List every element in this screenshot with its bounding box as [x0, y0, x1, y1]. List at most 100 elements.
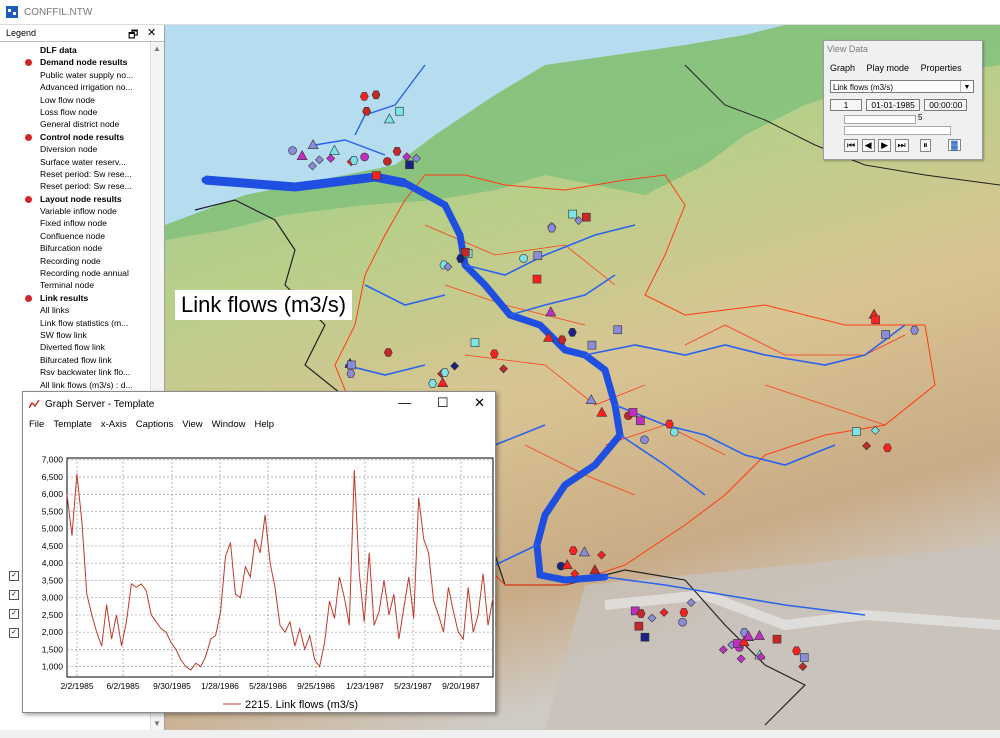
time-field[interactable]: 00:00:00: [924, 99, 968, 111]
network-node-icon[interactable]: [582, 212, 591, 222]
network-node-icon[interactable]: [640, 435, 649, 445]
network-node-icon[interactable]: [362, 106, 371, 116]
network-node-icon[interactable]: [383, 348, 393, 357]
legend-options-icon[interactable]: 🗗: [128, 26, 138, 45]
layer-checkbox[interactable]: ✓: [9, 571, 19, 581]
network-node-icon[interactable]: [568, 328, 577, 337]
legend-item[interactable]: Recording node annual: [0, 267, 150, 279]
legend-item[interactable]: Control node results: [0, 131, 150, 143]
menu-graph[interactable]: Graph: [830, 63, 855, 73]
network-node-icon[interactable]: [568, 209, 577, 219]
network-node-icon[interactable]: [490, 349, 499, 359]
layer-checkbox[interactable]: ✓: [9, 609, 19, 619]
menu-play-mode[interactable]: Play mode: [867, 63, 910, 73]
network-node-icon[interactable]: [678, 617, 687, 627]
chart-icon[interactable]: ▓: [948, 139, 961, 151]
network-node-icon[interactable]: [636, 416, 645, 426]
legend-item[interactable]: Demand node results: [0, 56, 150, 68]
menu-properties[interactable]: Properties: [921, 63, 962, 73]
legend-item[interactable]: All links: [0, 304, 150, 316]
legend-item[interactable]: Advanced irrigation no...: [0, 81, 150, 93]
legend-item[interactable]: Link flow statistics (m...: [0, 317, 150, 329]
legend-item[interactable]: Layout node results: [0, 193, 150, 205]
network-node-icon[interactable]: [519, 254, 528, 263]
network-node-icon[interactable]: [532, 274, 542, 284]
scroll-down-icon[interactable]: ▼: [153, 719, 161, 728]
legend-item[interactable]: Terminal node: [0, 279, 150, 291]
legend-item[interactable]: Confluence node: [0, 230, 150, 242]
network-node-icon[interactable]: [792, 646, 801, 656]
graph-menu-item[interactable]: View: [182, 419, 202, 430]
graph-menu-item[interactable]: Captions: [136, 419, 174, 430]
network-node-icon[interactable]: [428, 379, 437, 388]
network-node-icon[interactable]: [405, 160, 414, 170]
network-node-icon[interactable]: [533, 251, 543, 260]
graph-menu-item[interactable]: Template: [53, 419, 92, 430]
legend-item[interactable]: DLF data: [0, 44, 150, 56]
network-node-icon[interactable]: [360, 152, 369, 162]
legend-item[interactable]: Low flow node: [0, 94, 150, 106]
network-node-icon[interactable]: [392, 147, 402, 156]
speed-slider[interactable]: [844, 126, 951, 135]
close-icon[interactable]: ✕: [147, 26, 156, 39]
prev-icon[interactable]: ◀: [861, 139, 875, 152]
network-node-icon[interactable]: [587, 340, 597, 350]
graph-menu-item[interactable]: Help: [254, 419, 274, 430]
legend-item[interactable]: Fixed inflow node: [0, 217, 150, 229]
network-node-icon[interactable]: [346, 369, 356, 378]
legend-item[interactable]: Public water supply no...: [0, 69, 150, 81]
network-node-icon[interactable]: [851, 427, 861, 437]
network-node-icon[interactable]: [636, 609, 646, 618]
network-node-icon[interactable]: [372, 171, 381, 180]
minimize-icon[interactable]: —: [398, 395, 411, 410]
legend-item[interactable]: Diverted flow link: [0, 341, 150, 353]
network-node-icon[interactable]: [881, 330, 890, 339]
chevron-down-icon[interactable]: ▼: [960, 81, 973, 92]
legend-item[interactable]: Bifurcation node: [0, 242, 150, 254]
network-node-icon[interactable]: [349, 156, 359, 165]
next-icon[interactable]: ▶: [878, 139, 891, 152]
network-node-icon[interactable]: [395, 106, 404, 116]
network-node-icon[interactable]: [359, 92, 369, 101]
legend-item[interactable]: Variable inflow node: [0, 205, 150, 217]
time-slider[interactable]: [844, 115, 916, 124]
date-field[interactable]: 01-01-1985: [866, 99, 920, 111]
close-icon[interactable]: ✕: [474, 395, 485, 410]
network-node-icon[interactable]: [347, 360, 356, 370]
network-node-icon[interactable]: [634, 621, 644, 631]
layer-select[interactable]: Link flows (m3/s) ▼: [830, 80, 974, 93]
legend-item[interactable]: Recording node: [0, 255, 150, 267]
step-field[interactable]: 1: [830, 99, 862, 111]
network-node-icon[interactable]: [665, 419, 674, 429]
network-node-icon[interactable]: [628, 408, 638, 417]
network-node-icon[interactable]: [669, 427, 679, 437]
pause-icon[interactable]: ⏸: [920, 139, 931, 152]
last-icon[interactable]: ⏭: [894, 139, 909, 152]
legend-item[interactable]: Bifurcated flow link: [0, 354, 150, 366]
network-node-icon[interactable]: [883, 443, 892, 453]
network-node-icon[interactable]: [679, 608, 689, 617]
network-node-icon[interactable]: [910, 325, 919, 335]
network-node-icon[interactable]: [613, 325, 623, 335]
network-node-icon[interactable]: [288, 146, 297, 155]
flow-chart[interactable]: 1,000 1,500 2,000 2,500 3,000 3,500 4,000 4,500…: [23, 444, 495, 712]
legend-item[interactable]: Diversion node: [0, 143, 150, 155]
network-node-icon[interactable]: [371, 90, 381, 100]
legend-item[interactable]: Reset period: Sw rese...: [0, 180, 150, 192]
layer-checkbox[interactable]: ✓: [9, 590, 19, 600]
network-node-icon[interactable]: [440, 368, 450, 377]
legend-item[interactable]: Reset period: Sw rese...: [0, 168, 150, 180]
network-node-icon[interactable]: [640, 632, 650, 642]
network-node-icon[interactable]: [456, 254, 465, 263]
network-node-icon[interactable]: [557, 335, 567, 345]
scroll-up-icon[interactable]: ▲: [153, 44, 161, 53]
network-node-icon[interactable]: [568, 546, 578, 556]
graph-menu-item[interactable]: Window: [212, 419, 246, 430]
network-node-icon[interactable]: [383, 157, 392, 166]
maximize-icon[interactable]: ☐: [437, 395, 449, 410]
legend-item[interactable]: Rsv backwater link flo...: [0, 366, 150, 378]
network-node-icon[interactable]: [799, 653, 809, 662]
graph-menu-item[interactable]: x-Axis: [101, 419, 127, 430]
first-icon[interactable]: ⏮: [844, 139, 859, 152]
legend-item[interactable]: Surface water reserv...: [0, 156, 150, 168]
